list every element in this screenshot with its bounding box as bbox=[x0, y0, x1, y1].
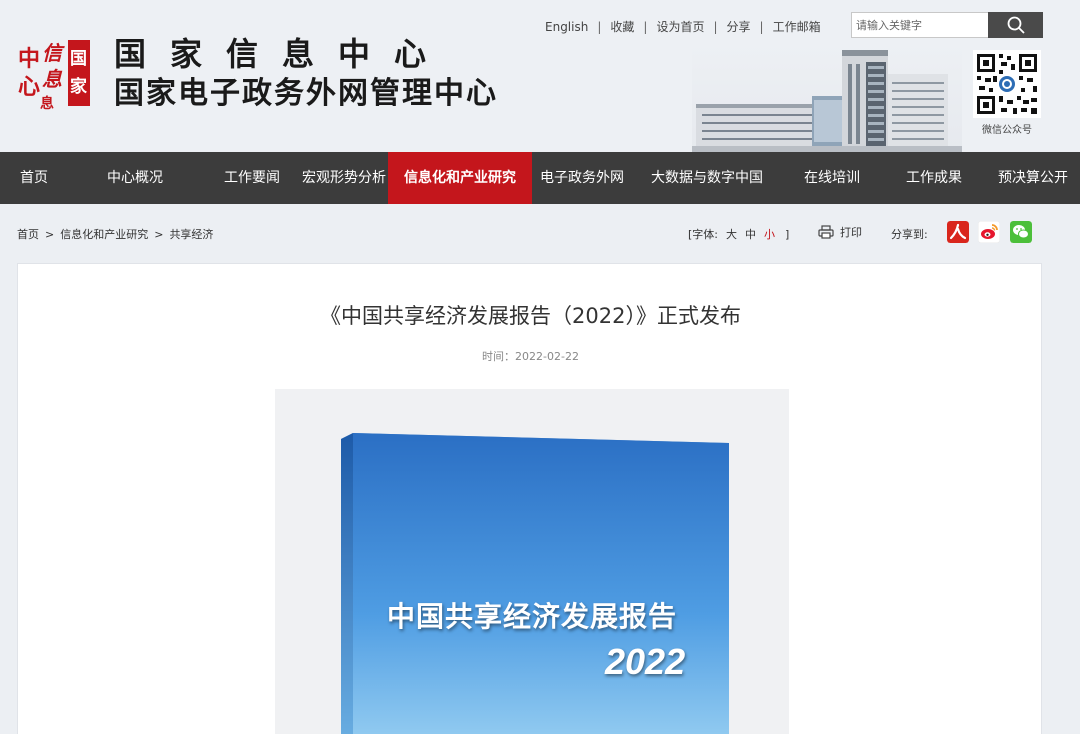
qr-code-label: 微信公众号 bbox=[982, 125, 1032, 136]
breadcrumb-sharing-economy[interactable]: 共享经济 bbox=[169, 226, 213, 242]
font-size-control: [字体: 大 中 小 ] bbox=[688, 226, 789, 242]
nav-item-work-news[interactable]: 工作要闻 bbox=[202, 152, 302, 204]
article-panel: 《中国共享经济发展报告（2022）》正式发布 时间：2022-02-22 中国共… bbox=[17, 263, 1042, 734]
search-input[interactable] bbox=[851, 12, 988, 38]
svg-text:中: 中 bbox=[18, 46, 40, 72]
breadcrumb-separator: > bbox=[154, 227, 164, 241]
link-bookmark[interactable]: 收藏 bbox=[610, 18, 634, 35]
site-header: 中 心 信 息 息 国 家 国家信息中心 国家电子政务外网管理中心 Englis… bbox=[0, 0, 1080, 152]
font-size-large[interactable]: 大 bbox=[726, 226, 737, 242]
print-label: 打印 bbox=[840, 226, 862, 239]
article-date: 时间：2022-02-22 bbox=[482, 350, 579, 363]
ndrc-seal-logo-icon: 中 心 信 息 息 国 家 bbox=[18, 40, 90, 112]
print-button[interactable]: 打印 bbox=[818, 224, 862, 240]
cover-year: 2022 bbox=[605, 641, 686, 682]
building-image bbox=[692, 44, 962, 152]
svg-text:心: 心 bbox=[18, 74, 40, 100]
article-title: 《中国共享经济发展报告（2022）》正式发布 bbox=[320, 304, 741, 328]
weibo-icon[interactable] bbox=[978, 221, 1000, 243]
link-work-email[interactable]: 工作邮箱 bbox=[773, 18, 821, 35]
site-title: 国家信息中心 国家电子政务外网管理中心 bbox=[114, 34, 498, 114]
svg-text:信: 信 bbox=[42, 41, 65, 65]
link-share[interactable]: 分享 bbox=[727, 18, 751, 35]
nav-item-about[interactable]: 中心概况 bbox=[68, 152, 202, 204]
breadcrumb-separator: > bbox=[45, 227, 55, 241]
separator: | bbox=[713, 19, 718, 34]
search-box bbox=[851, 12, 1043, 38]
nav-item-budget[interactable]: 预决算公开 bbox=[986, 152, 1080, 204]
link-set-homepage[interactable]: 设为首页 bbox=[656, 18, 704, 35]
share-label: 分享到: bbox=[891, 228, 928, 241]
search-icon bbox=[1007, 16, 1025, 34]
top-links: English | 收藏 | 设为首页 | 分享 | 工作邮箱 bbox=[545, 18, 821, 35]
printer-icon bbox=[818, 225, 834, 239]
breadcrumb-informatization[interactable]: 信息化和产业研究 bbox=[60, 226, 148, 242]
svg-text:息: 息 bbox=[42, 67, 63, 91]
nav-item-online-training[interactable]: 在线培训 bbox=[782, 152, 882, 204]
nav-item-big-data[interactable]: 大数据与数字中国 bbox=[632, 152, 782, 204]
separator: | bbox=[643, 19, 648, 34]
renren-icon[interactable] bbox=[947, 221, 969, 243]
font-size-small[interactable]: 小 bbox=[764, 226, 775, 242]
font-size-label: [字体: bbox=[688, 228, 718, 241]
nav-item-home[interactable]: 首页 bbox=[0, 152, 68, 204]
breadcrumb: 首页 > 信息化和产业研究 > 共享经济 bbox=[17, 226, 213, 242]
font-size-medium[interactable]: 中 bbox=[745, 226, 756, 242]
svg-text:家: 家 bbox=[70, 76, 87, 97]
nav-item-informatization-research[interactable]: 信息化和产业研究 bbox=[388, 152, 532, 204]
nav-item-macro-analysis[interactable]: 宏观形势分析 bbox=[302, 152, 388, 204]
svg-text:国: 国 bbox=[70, 49, 87, 69]
separator: | bbox=[759, 19, 764, 34]
link-english[interactable]: English bbox=[545, 20, 588, 34]
separator: | bbox=[597, 19, 602, 34]
book-cover-graphic bbox=[341, 433, 729, 734]
site-title-line1: 国家信息中心 bbox=[114, 35, 451, 73]
nav-item-e-gov-network[interactable]: 电子政务外网 bbox=[532, 152, 632, 204]
site-title-line2: 国家电子政务外网管理中心 bbox=[114, 76, 498, 111]
svg-text:息: 息 bbox=[40, 95, 54, 112]
font-size-close-bracket: ] bbox=[785, 227, 790, 241]
main-nav: 首页 中心概况 工作要闻 宏观形势分析 信息化和产业研究 电子政务外网 大数据与… bbox=[0, 152, 1080, 204]
cover-title: 中国共享经济发展报告 bbox=[387, 600, 678, 633]
search-button[interactable] bbox=[988, 12, 1043, 38]
wechat-icon[interactable] bbox=[1010, 221, 1032, 243]
breadcrumb-home[interactable]: 首页 bbox=[17, 226, 39, 242]
report-cover-image: 中国共享经济发展报告 2022 bbox=[275, 389, 789, 734]
nav-item-achievements[interactable]: 工作成果 bbox=[882, 152, 986, 204]
wechat-qr-code-icon bbox=[973, 50, 1041, 118]
